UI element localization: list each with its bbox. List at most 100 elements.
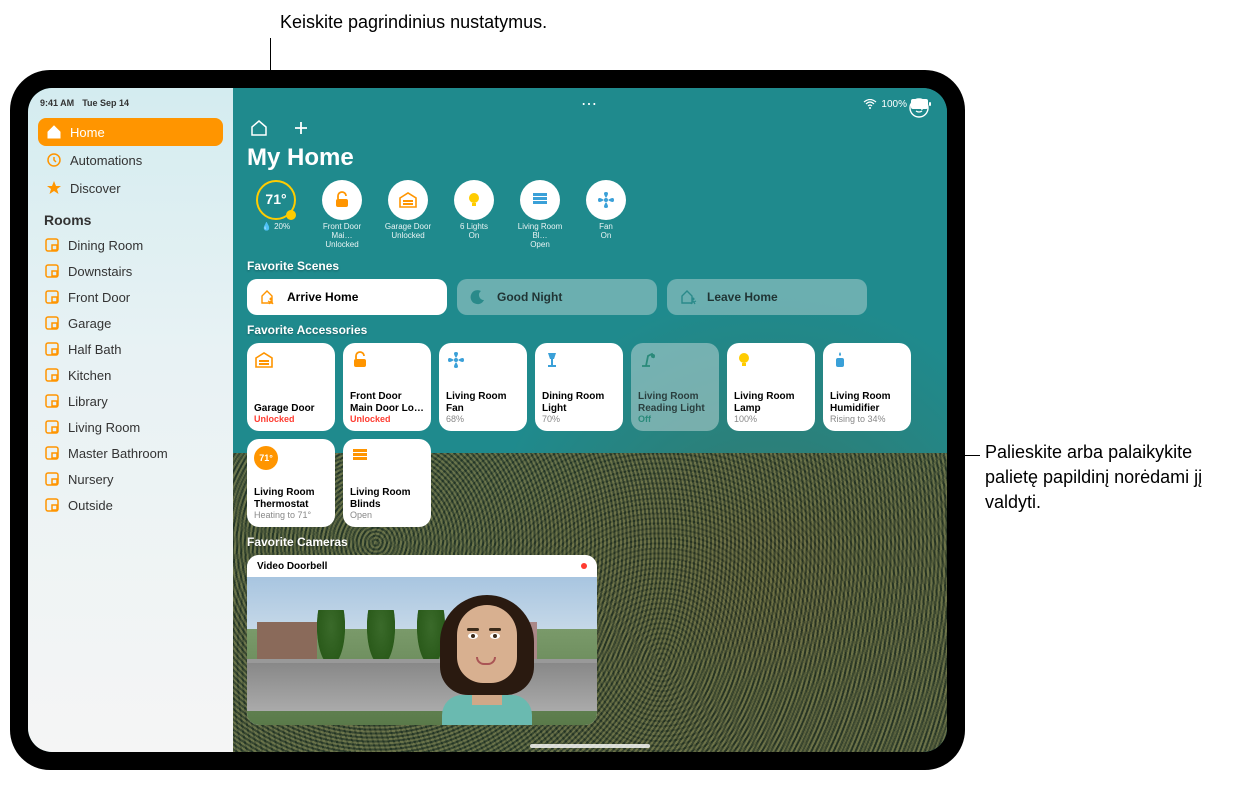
room-label: Kitchen <box>68 368 111 383</box>
rooms-heading: Rooms <box>38 202 223 232</box>
camera-feed <box>247 577 597 725</box>
sidebar-room-outside[interactable]: Outside <box>38 492 223 518</box>
accessory-status: Open <box>350 510 424 520</box>
garage-icon <box>398 190 418 210</box>
accessory-name: Garage Door <box>254 403 328 415</box>
weather-summary[interactable]: 71° 💧 20% <box>247 180 305 249</box>
camera-title: Video Doorbell <box>257 561 327 572</box>
lock-open-icon <box>332 190 352 210</box>
desk-lamp-icon <box>638 350 660 370</box>
more-icon[interactable]: ⋯ <box>581 94 599 114</box>
lamp-icon <box>542 350 564 370</box>
status-circle-lock-open[interactable]: Front Door Mai…Unlocked <box>313 180 371 249</box>
status-circle-bulb[interactable]: 6 LightsOn <box>445 180 503 249</box>
sidebar: 9:41 AM Tue Sep 14 Home Automations Discov… <box>28 88 233 752</box>
sun-icon <box>286 210 296 220</box>
accessory-name: Dining Room Light <box>542 391 616 414</box>
home-settings-button[interactable] <box>247 116 271 140</box>
scene-arrive-home[interactable]: Arrive Home <box>247 279 447 315</box>
accessory-status: Heating to 71° <box>254 510 328 520</box>
accessory-tile-living-room-humidifier[interactable]: Living Room HumidifierRising to 34% <box>823 343 911 431</box>
thermostat-icon: 71° <box>254 446 278 470</box>
sidebar-room-downstairs[interactable]: Downstairs <box>38 258 223 284</box>
room-icon <box>44 367 60 383</box>
accessory-name: Living Room Humidifier <box>830 391 904 414</box>
sidebar-nav-automations[interactable]: Automations <box>38 146 223 174</box>
accessory-tile-dining-room-light[interactable]: Dining Room Light70% <box>535 343 623 431</box>
room-icon <box>44 341 60 357</box>
blinds-icon <box>350 446 372 466</box>
status-circle-garage[interactable]: Garage DoorUnlocked <box>379 180 437 249</box>
sidebar-room-dining-room[interactable]: Dining Room <box>38 232 223 258</box>
accessory-tile-living-room-lamp[interactable]: Living Room Lamp100% <box>727 343 815 431</box>
person-in-camera <box>432 595 542 725</box>
battery-pct: 100% <box>881 99 907 110</box>
accessory-tile-front-door-main-door-lo[interactable]: Front Door Main Door Lo…Unlocked <box>343 343 431 431</box>
callout-right: Palieskite arba palaikykite palietę papi… <box>985 440 1235 516</box>
status-summary-row: 71° 💧 20% Front Door Mai…UnlockedGarage … <box>247 180 933 249</box>
lock-open-icon <box>350 350 372 370</box>
room-icon <box>44 393 60 409</box>
sidebar-room-front-door[interactable]: Front Door <box>38 284 223 310</box>
status-circle-blinds[interactable]: Living Room Bl…Open <box>511 180 569 249</box>
room-label: Half Bath <box>68 342 121 357</box>
room-icon <box>44 263 60 279</box>
status-time: 9:41 AM <box>40 98 74 108</box>
accessory-tile-garage-door[interactable]: Garage DoorUnlocked <box>247 343 335 431</box>
sidebar-room-living-room[interactable]: Living Room <box>38 414 223 440</box>
add-button[interactable] <box>289 116 313 140</box>
room-label: Downstairs <box>68 264 132 279</box>
sidebar-nav-discover[interactable]: Discover <box>38 174 223 202</box>
accessory-status: Unlocked <box>254 414 328 424</box>
status-bar: 9:41 AM Tue Sep 14 <box>38 96 223 118</box>
status-date: Tue Sep 14 <box>82 98 129 108</box>
sidebar-room-nursery[interactable]: Nursery <box>38 466 223 492</box>
ipad-screen: 9:41 AM Tue Sep 14 Home Automations Discov… <box>28 88 947 752</box>
fan-icon <box>446 350 468 370</box>
status-circle-fan[interactable]: FanOn <box>577 180 635 249</box>
scene-label: Good Night <box>497 290 562 304</box>
accessory-status: 70% <box>542 414 616 424</box>
room-label: Nursery <box>68 472 114 487</box>
accessory-tile-living-room-reading-light[interactable]: Living Room Reading LightOff <box>631 343 719 431</box>
sidebar-room-half-bath[interactable]: Half Bath <box>38 336 223 362</box>
accessory-status: Rising to 34% <box>830 414 904 424</box>
scene-leave-home[interactable]: Leave Home <box>667 279 867 315</box>
accessory-tile-living-room-blinds[interactable]: Living Room BlindsOpen <box>343 439 431 527</box>
nav-label: Automations <box>70 153 142 168</box>
sidebar-room-garage[interactable]: Garage <box>38 310 223 336</box>
room-label: Library <box>68 394 108 409</box>
scene-label: Arrive Home <box>287 290 358 304</box>
accessory-name: Living Room Reading Light <box>638 391 712 414</box>
camera-tile[interactable]: Video Doorbell <box>247 555 597 725</box>
recording-indicator-icon <box>581 563 587 569</box>
accessory-tile-living-room-fan[interactable]: Living Room Fan68% <box>439 343 527 431</box>
home-indicator[interactable] <box>530 744 650 748</box>
person-leave-icon <box>679 288 697 306</box>
favorite-scenes-heading: Favorite Scenes <box>247 259 933 273</box>
nav-label: Home <box>70 125 105 140</box>
accessory-status: 68% <box>446 414 520 424</box>
room-icon <box>44 497 60 513</box>
bulb-icon <box>464 190 484 210</box>
accessory-name: Front Door Main Door Lo… <box>350 391 424 414</box>
room-icon <box>44 471 60 487</box>
accessory-tile-living-room-thermostat[interactable]: 71°Living Room ThermostatHeating to 71° <box>247 439 335 527</box>
room-label: Front Door <box>68 290 130 305</box>
sidebar-room-kitchen[interactable]: Kitchen <box>38 362 223 388</box>
bulb-icon <box>734 350 756 370</box>
sidebar-nav-home[interactable]: Home <box>38 118 223 146</box>
sidebar-room-library[interactable]: Library <box>38 388 223 414</box>
room-label: Living Room <box>68 420 140 435</box>
house-icon <box>46 124 62 140</box>
intercom-button[interactable] <box>907 96 931 120</box>
favorite-cameras-heading: Favorite Cameras <box>247 535 933 549</box>
accessory-status: 100% <box>734 414 808 424</box>
scene-good-night[interactable]: Good Night <box>457 279 657 315</box>
room-icon <box>44 289 60 305</box>
sidebar-room-master-bathroom[interactable]: Master Bathroom <box>38 440 223 466</box>
scene-label: Leave Home <box>707 290 778 304</box>
clock-icon <box>46 152 62 168</box>
blinds-icon <box>530 190 550 210</box>
room-icon <box>44 237 60 253</box>
